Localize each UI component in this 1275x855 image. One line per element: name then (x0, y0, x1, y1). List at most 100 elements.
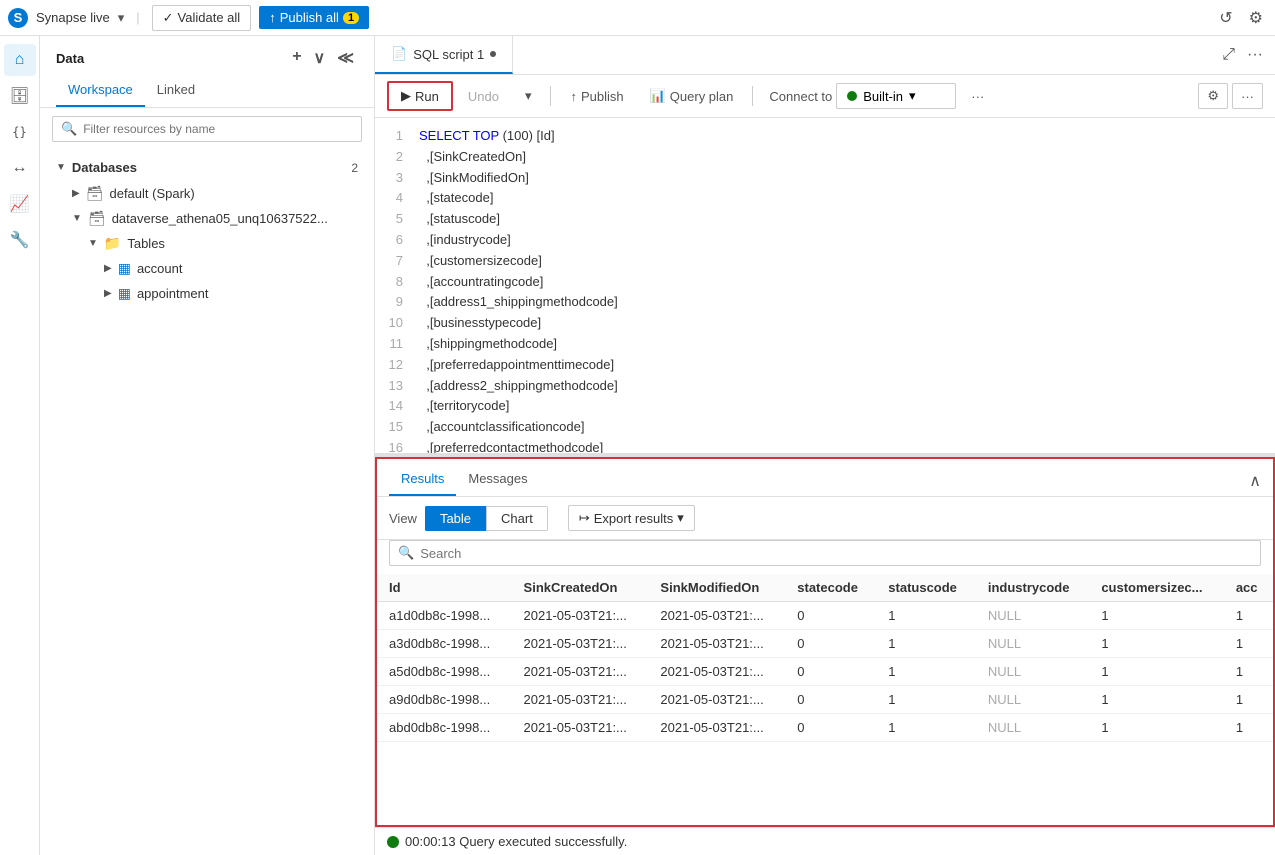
more-button[interactable]: ··· (960, 83, 995, 110)
filter-button[interactable]: ⚙ (1198, 83, 1228, 109)
databases-count: 2 (351, 161, 358, 175)
messages-tab[interactable]: Messages (456, 465, 539, 496)
sql-script-icon: 📄 (391, 46, 407, 62)
table-row: a9d0db8c-1998...2021-05-03T21:...2021-05… (377, 686, 1273, 714)
table-cell: NULL (976, 658, 1090, 686)
table-icon: ▦ (118, 260, 131, 277)
view-toggle: Table Chart (425, 506, 548, 531)
sidebar-tabs: Workspace Linked (40, 76, 374, 108)
table-cell: 2021-05-03T21:... (648, 658, 785, 686)
status-icon (387, 836, 399, 848)
results-tabs: Results Messages ∧ (377, 459, 1273, 497)
expand-arrow: ▶ (72, 188, 80, 199)
instance-dropdown[interactable]: ▾ (118, 10, 125, 26)
results-tab[interactable]: Results (389, 465, 456, 496)
col-id: Id (377, 574, 512, 602)
table-cell: 1 (876, 630, 976, 658)
results-panel: Results Messages ∧ View Table Chart ↦ Ex… (375, 457, 1275, 827)
nav-integrate[interactable]: ↔ (4, 152, 36, 184)
toolbar-more-button[interactable]: ··· (1232, 83, 1263, 109)
code-line: 11 ,[shippingmethodcode] (375, 334, 1275, 355)
settings-button[interactable]: ⚙ (1245, 4, 1267, 32)
databases-section-header[interactable]: ▼ Databases 2 (40, 154, 374, 181)
instance-title: Synapse live (36, 10, 110, 25)
code-line: 14 ,[territorycode] (375, 396, 1275, 417)
results-search-input[interactable] (420, 546, 1252, 561)
item-label: Tables (127, 236, 165, 251)
sidebar-close-icon[interactable]: ≪ (333, 46, 358, 70)
table-cell: 0 (785, 714, 876, 742)
sidebar-search-box[interactable]: 🔍 (52, 116, 362, 142)
run-button[interactable]: ▶ Run (387, 81, 453, 111)
table-cell: 1 (1089, 714, 1224, 742)
export-results-button[interactable]: ↦ Export results ▾ (568, 505, 695, 531)
expand-arrow: ▶ (104, 288, 112, 299)
col-statecode: statecode (785, 574, 876, 602)
nav-data[interactable]: 🗄 (4, 80, 36, 112)
run-icon: ▶ (401, 88, 411, 104)
code-line: 1 SELECT TOP (100) [Id] (375, 126, 1275, 147)
table-cell: 1 (1224, 658, 1273, 686)
code-editor[interactable]: 1 SELECT TOP (100) [Id] 2 ,[SinkCreatedO… (375, 118, 1275, 453)
publish-all-button[interactable]: ↑ Publish all 1 (259, 6, 369, 29)
run-label: Run (415, 89, 439, 104)
tab-linked[interactable]: Linked (145, 76, 207, 107)
table-cell: 2021-05-03T21:... (648, 714, 785, 742)
tree-item-default-spark[interactable]: ▶ 🗃 default (Spark) (40, 181, 374, 206)
table-cell: 1 (1224, 630, 1273, 658)
publish-icon: ↑ (570, 89, 577, 104)
table-cell: 0 (785, 658, 876, 686)
table-cell: 1 (876, 714, 976, 742)
chart-view-button[interactable]: Chart (486, 506, 548, 531)
table-cell: NULL (976, 686, 1090, 714)
table-cell: a1d0db8c-1998... (377, 602, 512, 630)
tree-item-tables[interactable]: ▼ 📁 Tables (40, 231, 374, 256)
table-cell: 0 (785, 602, 876, 630)
tree-item-account[interactable]: ▶ ▦ account (40, 256, 374, 281)
validate-all-button[interactable]: ✓ Validate all (152, 5, 252, 31)
maximize-button[interactable]: ⤢ (1218, 42, 1239, 68)
sql-script-tab[interactable]: 📄 SQL script 1 (375, 36, 513, 74)
table-cell: NULL (976, 630, 1090, 658)
add-icon[interactable]: + (288, 46, 305, 70)
nav-monitor[interactable]: 📈 (4, 188, 36, 220)
collapse-results-button[interactable]: ∧ (1249, 471, 1261, 491)
connect-to-dropdown[interactable]: Built-in ▾ (836, 83, 956, 109)
tree-item-appointment[interactable]: ▶ ▦ appointment (40, 281, 374, 306)
publish-label: Publish all (280, 10, 339, 25)
results-table-wrap[interactable]: Id SinkCreatedOn SinkModifiedOn statecod… (377, 574, 1273, 825)
table-icon: ▦ (118, 285, 131, 302)
table-cell: 1 (1089, 630, 1224, 658)
table-cell: a9d0db8c-1998... (377, 686, 512, 714)
tab-more-button[interactable]: ··· (1243, 42, 1267, 68)
check-icon: ✓ (163, 10, 174, 26)
export-label: Export results (594, 511, 673, 526)
separator: | (136, 10, 139, 25)
search-input[interactable] (83, 122, 353, 136)
tab-workspace[interactable]: Workspace (56, 76, 145, 107)
connection-status-dot (847, 91, 857, 101)
undo-dropdown-button[interactable]: ▾ (514, 82, 543, 110)
table-view-button[interactable]: Table (425, 506, 486, 531)
table-cell: 2021-05-03T21:... (512, 658, 649, 686)
chevron-down-icon: ▾ (118, 10, 125, 26)
nav-develop[interactable]: {} (4, 116, 36, 148)
nav-manage[interactable]: 🔧 (4, 224, 36, 256)
table-cell: 1 (1224, 686, 1273, 714)
nav-home[interactable]: ⌂ (4, 44, 36, 76)
refresh-button[interactable]: ↺ (1215, 4, 1236, 32)
connect-to-label: Connect to (769, 89, 832, 104)
table-cell: a3d0db8c-1998... (377, 630, 512, 658)
table-cell: 2021-05-03T21:... (512, 714, 649, 742)
tree-item-dataverse[interactable]: ▼ 🗃 dataverse_athena05_unq10637522... (40, 206, 374, 231)
results-search-box[interactable]: 🔍 (389, 540, 1261, 566)
table-header-row: Id SinkCreatedOn SinkModifiedOn statecod… (377, 574, 1273, 602)
publish-icon: ↑ (269, 10, 276, 25)
sidebar-header-icons: + ∨ ≪ (288, 46, 358, 70)
collapse-icon[interactable]: ∨ (310, 46, 330, 70)
query-plan-button[interactable]: 📊 Query plan (639, 82, 745, 110)
expand-arrow: ▼ (88, 238, 98, 249)
table-row: a3d0db8c-1998...2021-05-03T21:...2021-05… (377, 630, 1273, 658)
publish-button[interactable]: ↑ Publish (559, 83, 634, 110)
undo-button[interactable]: Undo (457, 83, 510, 110)
